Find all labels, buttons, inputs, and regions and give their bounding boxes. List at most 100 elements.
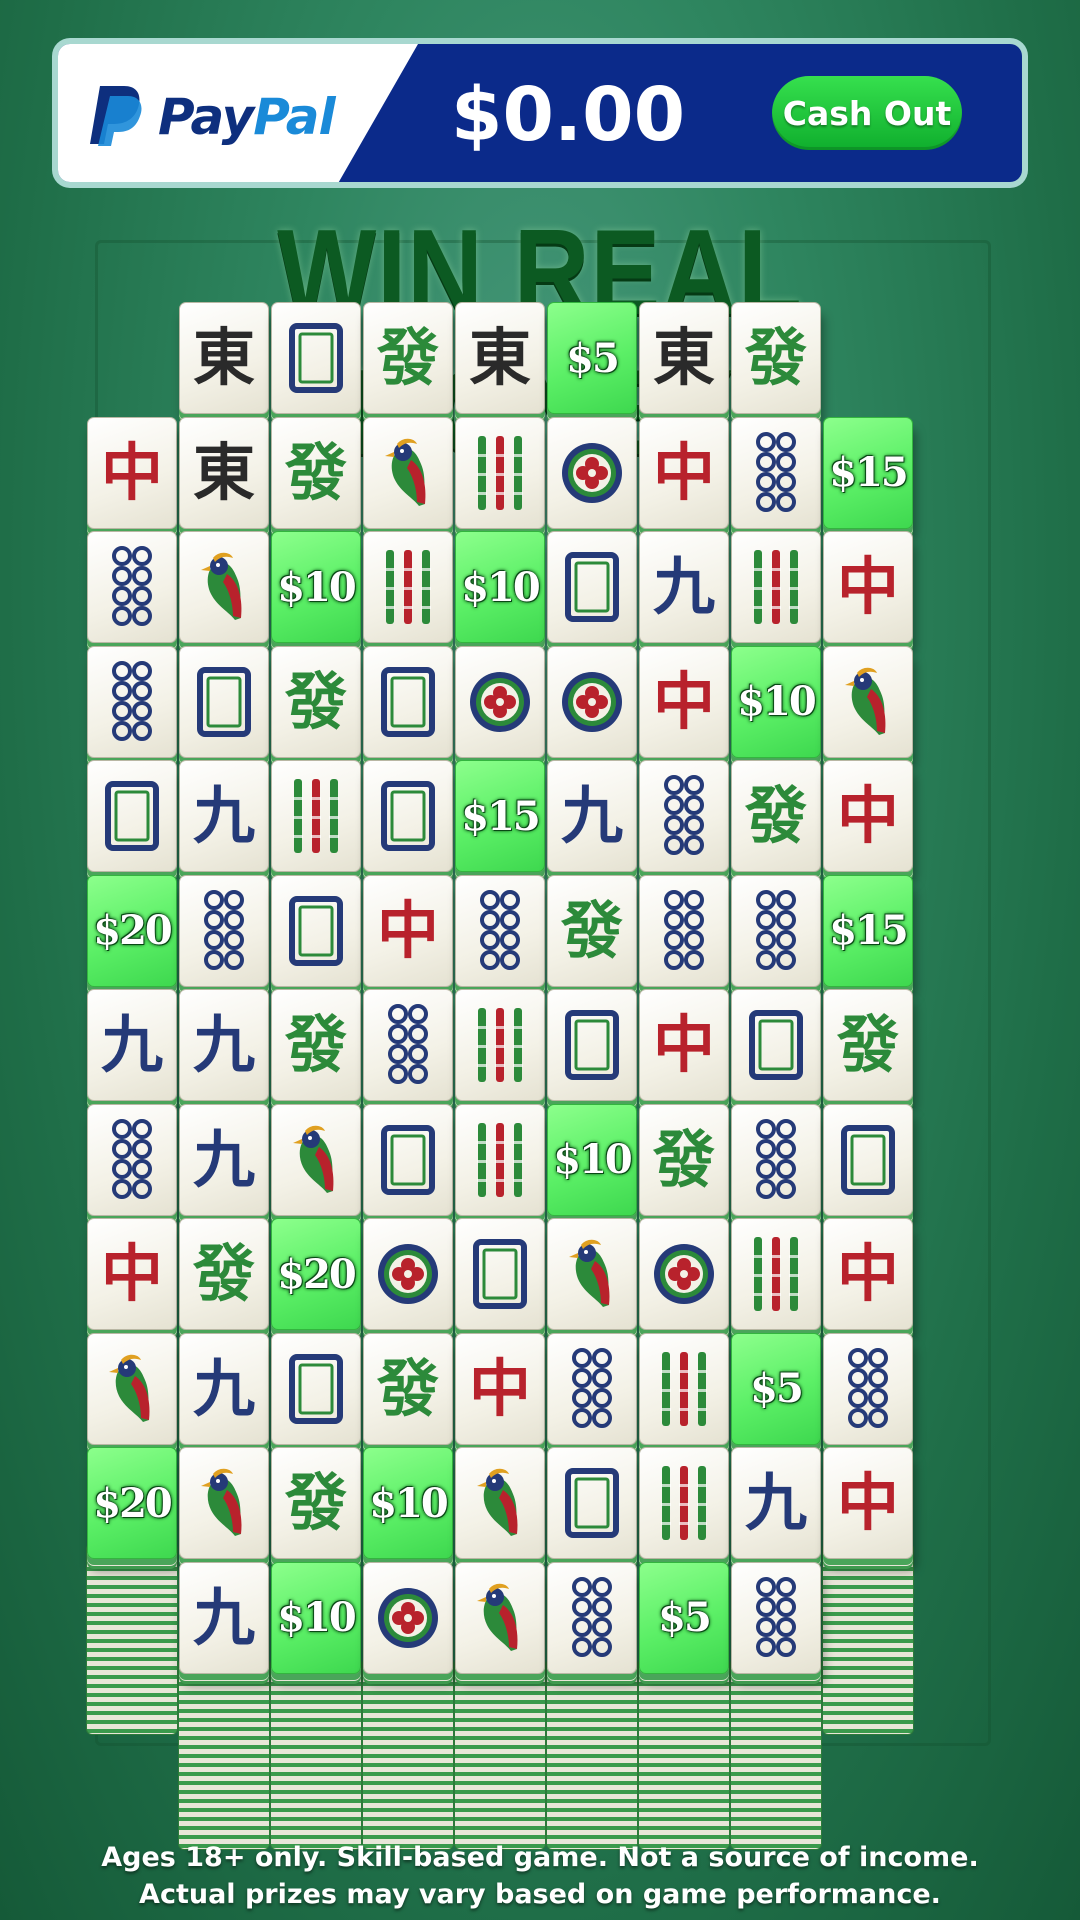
dots-tile[interactable] — [639, 760, 729, 872]
dots-tile[interactable] — [455, 874, 545, 987]
east-wind-tile[interactable]: 東 — [179, 416, 269, 529]
bamboo-tile[interactable] — [639, 1332, 729, 1445]
circle-tile[interactable] — [639, 1218, 729, 1330]
red-dragon-tile[interactable]: 中 — [823, 531, 913, 643]
red-dragon-tile[interactable]: 中 — [639, 645, 729, 758]
white-dragon-tile[interactable] — [547, 531, 637, 643]
green-dragon-tile[interactable]: 發 — [179, 1218, 269, 1330]
cash-prize-tile[interactable]: $20 — [87, 1447, 177, 1559]
dots-tile[interactable] — [731, 874, 821, 987]
dots-tile[interactable] — [639, 874, 729, 987]
bird-tile[interactable] — [87, 1332, 177, 1445]
bird-tile[interactable] — [271, 1103, 361, 1216]
cash-prize-tile[interactable]: $15 — [455, 760, 545, 872]
green-dragon-tile[interactable]: 發 — [639, 1103, 729, 1216]
dots-tile[interactable] — [87, 645, 177, 758]
cash-prize-tile[interactable]: $10 — [271, 531, 361, 643]
bamboo-tile[interactable] — [731, 531, 821, 643]
bird-tile[interactable] — [455, 1447, 545, 1559]
nine-character-tile[interactable]: 九 — [87, 989, 177, 1101]
white-dragon-tile[interactable] — [547, 1447, 637, 1559]
nine-character-tile[interactable]: 九 — [179, 1332, 269, 1445]
dots-tile[interactable] — [731, 1561, 821, 1674]
bamboo-tile[interactable] — [455, 989, 545, 1101]
red-dragon-tile[interactable]: 中 — [823, 1218, 913, 1330]
cash-prize-tile[interactable]: $10 — [455, 531, 545, 643]
nine-character-tile[interactable]: 九 — [731, 1447, 821, 1559]
cash-prize-tile[interactable]: $10 — [363, 1447, 453, 1559]
circle-tile[interactable] — [547, 416, 637, 529]
green-dragon-tile[interactable]: 發 — [271, 989, 361, 1101]
circle-tile[interactable] — [547, 645, 637, 758]
cash-prize-tile[interactable]: $20 — [87, 874, 177, 987]
green-dragon-tile[interactable]: 發 — [271, 416, 361, 529]
nine-character-tile[interactable]: 九 — [179, 1561, 269, 1674]
bamboo-tile[interactable] — [731, 1218, 821, 1330]
green-dragon-tile[interactable]: 發 — [271, 1447, 361, 1559]
bird-tile[interactable] — [363, 416, 453, 529]
red-dragon-tile[interactable]: 中 — [639, 989, 729, 1101]
bird-tile[interactable] — [179, 531, 269, 643]
green-dragon-tile[interactable]: 發 — [731, 760, 821, 872]
circle-tile[interactable] — [363, 1561, 453, 1674]
cash-out-button[interactable]: Cash Out — [772, 76, 962, 150]
bird-tile[interactable] — [547, 1218, 637, 1330]
dots-tile[interactable] — [87, 1103, 177, 1216]
cash-prize-tile[interactable]: $10 — [547, 1103, 637, 1216]
white-dragon-tile[interactable] — [363, 1103, 453, 1216]
cash-prize-tile[interactable]: $5 — [731, 1332, 821, 1445]
green-dragon-tile[interactable]: 發 — [363, 302, 453, 414]
red-dragon-tile[interactable]: 中 — [639, 416, 729, 529]
white-dragon-tile[interactable] — [455, 1218, 545, 1330]
bird-tile[interactable] — [455, 1561, 545, 1674]
green-dragon-tile[interactable]: 發 — [823, 989, 913, 1101]
red-dragon-tile[interactable]: 中 — [87, 416, 177, 529]
nine-character-tile[interactable]: 九 — [547, 760, 637, 872]
cash-prize-tile[interactable]: $15 — [823, 874, 913, 987]
green-dragon-tile[interactable]: 發 — [363, 1332, 453, 1445]
white-dragon-tile[interactable] — [179, 645, 269, 758]
circle-tile[interactable] — [363, 1218, 453, 1330]
white-dragon-tile[interactable] — [363, 645, 453, 758]
white-dragon-tile[interactable] — [547, 989, 637, 1101]
red-dragon-tile[interactable]: 中 — [455, 1332, 545, 1445]
cash-prize-tile[interactable]: $5 — [639, 1561, 729, 1674]
dots-tile[interactable] — [547, 1561, 637, 1674]
nine-character-tile[interactable]: 九 — [639, 531, 729, 643]
white-dragon-tile[interactable] — [823, 1103, 913, 1216]
cash-prize-tile[interactable]: $5 — [547, 302, 637, 414]
green-dragon-tile[interactable]: 發 — [731, 302, 821, 414]
bamboo-tile[interactable] — [455, 416, 545, 529]
cash-prize-tile[interactable]: $15 — [823, 416, 913, 529]
dots-tile[interactable] — [731, 416, 821, 529]
bamboo-tile[interactable] — [455, 1103, 545, 1216]
red-dragon-tile[interactable]: 中 — [363, 874, 453, 987]
green-dragon-tile[interactable]: 發 — [271, 645, 361, 758]
red-dragon-tile[interactable]: 中 — [87, 1218, 177, 1330]
cash-prize-tile[interactable]: $10 — [731, 645, 821, 758]
white-dragon-tile[interactable] — [363, 760, 453, 872]
dots-tile[interactable] — [363, 989, 453, 1101]
east-wind-tile[interactable]: 東 — [179, 302, 269, 414]
nine-character-tile[interactable]: 九 — [179, 760, 269, 872]
cash-prize-tile[interactable]: $20 — [271, 1218, 361, 1330]
nine-character-tile[interactable]: 九 — [179, 1103, 269, 1216]
east-wind-tile[interactable]: 東 — [639, 302, 729, 414]
dots-tile[interactable] — [547, 1332, 637, 1445]
cash-prize-tile[interactable]: $10 — [271, 1561, 361, 1674]
nine-character-tile[interactable]: 九 — [179, 989, 269, 1101]
white-dragon-tile[interactable] — [271, 302, 361, 414]
dots-tile[interactable] — [87, 531, 177, 643]
dots-tile[interactable] — [731, 1103, 821, 1216]
red-dragon-tile[interactable]: 中 — [823, 1447, 913, 1559]
dots-tile[interactable] — [823, 1332, 913, 1445]
east-wind-tile[interactable]: 東 — [455, 302, 545, 414]
bird-tile[interactable] — [179, 1447, 269, 1559]
red-dragon-tile[interactable]: 中 — [823, 760, 913, 872]
bamboo-tile[interactable] — [639, 1447, 729, 1559]
white-dragon-tile[interactable] — [731, 989, 821, 1101]
bird-tile[interactable] — [823, 645, 913, 758]
circle-tile[interactable] — [455, 645, 545, 758]
dots-tile[interactable] — [179, 874, 269, 987]
bamboo-tile[interactable] — [271, 760, 361, 872]
